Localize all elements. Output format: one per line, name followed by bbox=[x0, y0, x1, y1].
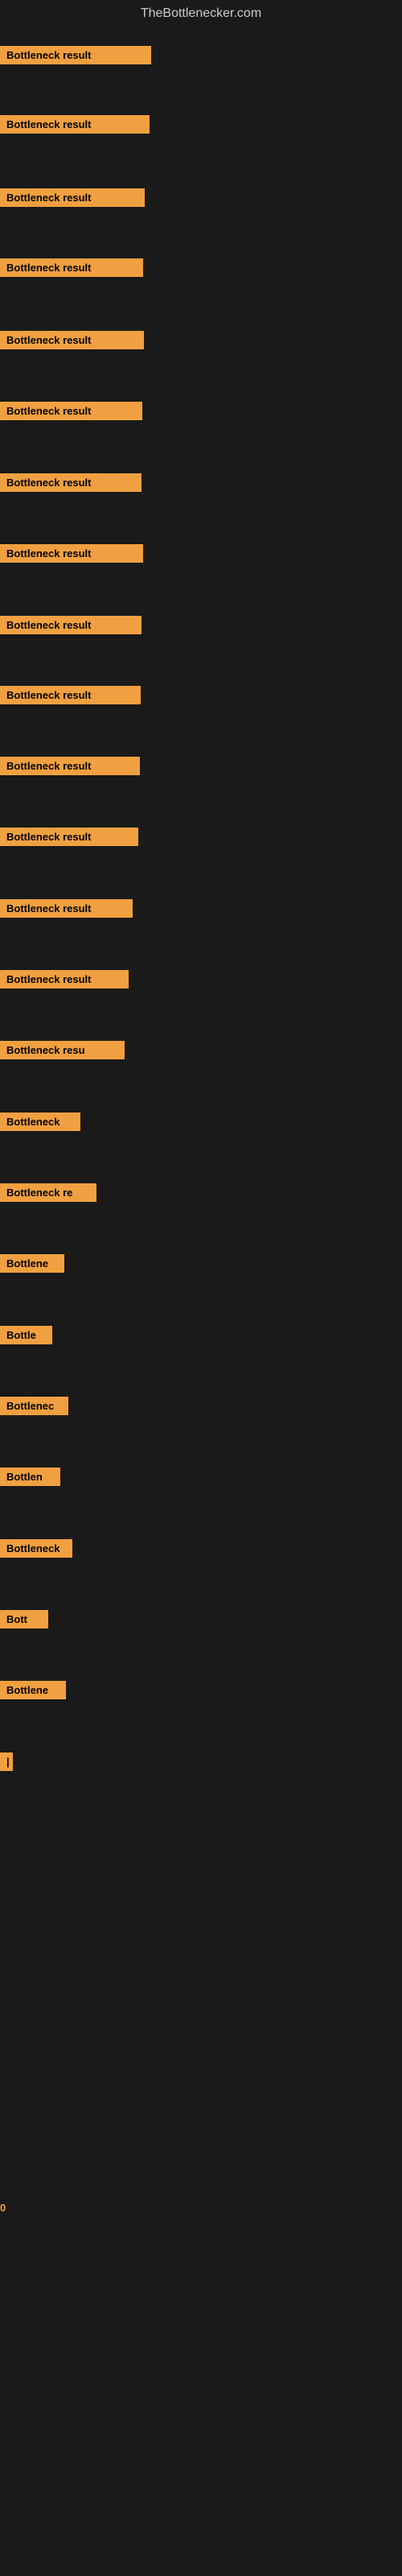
bottleneck-result-item[interactable]: Bottleneck result bbox=[0, 188, 145, 207]
bottleneck-result-item[interactable]: Bottleneck re bbox=[0, 1183, 96, 1202]
bottleneck-result-item[interactable]: Bott bbox=[0, 1610, 48, 1629]
bottleneck-result-item[interactable]: Bottlene bbox=[0, 1681, 66, 1699]
site-title: TheBottlenecker.com bbox=[0, 0, 402, 27]
bottleneck-result-item[interactable]: | bbox=[0, 1752, 13, 1771]
bottleneck-result-item[interactable]: Bottleneck result bbox=[0, 46, 151, 64]
bottleneck-result-item[interactable]: Bottleneck result bbox=[0, 473, 142, 492]
bottleneck-result-item[interactable]: Bottleneck result bbox=[0, 828, 138, 846]
bottleneck-result-item[interactable]: Bottleneck result bbox=[0, 616, 142, 634]
bottleneck-result-item[interactable]: Bottleneck result bbox=[0, 686, 141, 704]
bottleneck-result-item[interactable]: Bottlene bbox=[0, 1254, 64, 1273]
bottleneck-result-item[interactable]: Bottleneck bbox=[0, 1113, 80, 1131]
bottleneck-result-item[interactable]: Bottleneck result bbox=[0, 544, 143, 563]
bottleneck-result-item[interactable]: Bottleneck result bbox=[0, 757, 140, 775]
bottleneck-result-item[interactable]: Bottleneck resu bbox=[0, 1041, 125, 1059]
bottleneck-result-item[interactable]: Bottleneck bbox=[0, 1539, 72, 1558]
bottleneck-result-item[interactable]: Bottle bbox=[0, 1326, 52, 1344]
bottleneck-result-item[interactable]: Bottleneck result bbox=[0, 899, 133, 918]
bottleneck-result-item[interactable]: Bottlen bbox=[0, 1468, 60, 1486]
bottleneck-result-item[interactable]: Bottleneck result bbox=[0, 970, 129, 989]
bottleneck-result-item[interactable]: Bottlenec bbox=[0, 1397, 68, 1415]
bottleneck-result-item[interactable]: Bottleneck result bbox=[0, 258, 143, 277]
bottom-label: 0 bbox=[0, 2202, 6, 2214]
bottleneck-result-item[interactable]: Bottleneck result bbox=[0, 331, 144, 349]
bottleneck-result-item[interactable]: Bottleneck result bbox=[0, 402, 142, 420]
bottleneck-result-item[interactable]: Bottleneck result bbox=[0, 115, 150, 134]
